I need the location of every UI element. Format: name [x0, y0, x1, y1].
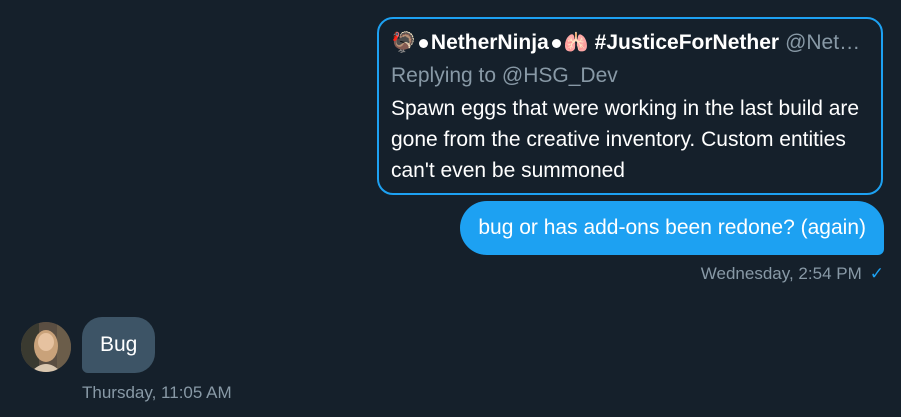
sent-message-meta: Wednesday, 2:54 PM ✓ — [701, 264, 884, 284]
sent-message-bubble[interactable]: bug or has add-ons been redone? (again) — [460, 201, 884, 255]
quoted-tweet-text: Spawn eggs that were working in the last… — [391, 97, 860, 182]
bullet-icon — [551, 38, 561, 48]
lungs-emoji-icon: 🫁 — [563, 32, 589, 54]
quoted-tweet-card[interactable]: 🦃 NetherNinja 🫁 #JusticeForNether @Net… … — [377, 17, 883, 195]
avatar[interactable] — [21, 322, 71, 372]
sent-message-timestamp: Wednesday, 2:54 PM — [700, 264, 862, 283]
received-message-bubble[interactable]: Bug — [82, 317, 156, 373]
quoted-tweet-handle: @Net… — [785, 31, 861, 54]
turkey-emoji-icon: 🦃 — [391, 32, 416, 54]
quoted-tweet-display-name: NetherNinja — [430, 31, 549, 54]
replying-to-mention[interactable]: @HSG_Dev — [502, 64, 618, 87]
quoted-tweet-header: 🦃 NetherNinja 🫁 #JusticeForNether @Net… — [391, 27, 871, 59]
check-icon: ✓ — [869, 264, 884, 283]
replying-to-line: Replying to @HSG_Dev — [391, 63, 871, 89]
avatar-image — [21, 322, 71, 372]
bullet-icon — [418, 38, 428, 48]
replying-to-prefix: Replying to — [391, 64, 497, 87]
conversation-view: 🦃 NetherNinja 🫁 #JusticeForNether @Net… … — [0, 0, 901, 417]
received-message-timestamp: Thursday, 11:05 AM — [82, 383, 232, 402]
quoted-tweet-hashtag: #JusticeForNether — [594, 31, 780, 54]
